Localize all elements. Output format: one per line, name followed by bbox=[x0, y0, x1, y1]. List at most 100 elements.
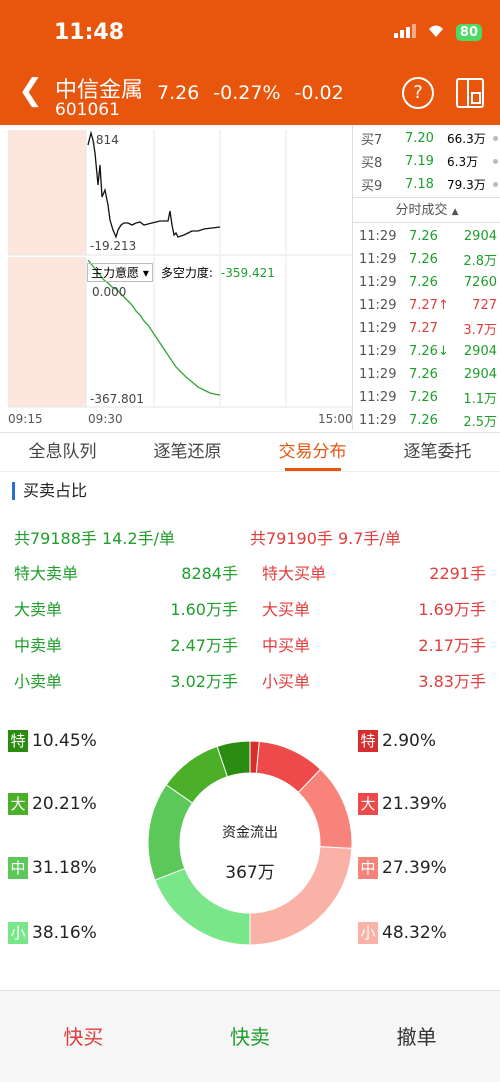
sell-pct-item: 特 10.45% bbox=[8, 730, 97, 752]
pct-value: 48.32% bbox=[382, 923, 447, 943]
trade-time: 11:29 bbox=[359, 229, 397, 244]
help-icon[interactable]: ? bbox=[402, 77, 434, 109]
trade-row: 11:29 7.27↑ 727 bbox=[353, 294, 500, 317]
dot-icon bbox=[493, 159, 498, 164]
orderbook-row[interactable]: 买8 7.19 6.3万 bbox=[353, 150, 500, 173]
trade-time: 11:29 bbox=[359, 275, 397, 290]
tab-trade-distribution[interactable]: 交易分布 bbox=[250, 433, 375, 471]
orderbook-label: 买7 bbox=[361, 133, 383, 148]
bottom-chart-high: 0.000 bbox=[92, 285, 127, 299]
trade-volume: 2.8万 bbox=[463, 254, 497, 269]
mainforce-selector[interactable]: 主力意愿 ▾ bbox=[87, 263, 153, 282]
signal-icon bbox=[393, 23, 416, 42]
quick-buy-button[interactable]: 快买 bbox=[0, 991, 167, 1082]
sell-row-label: 大卖单 bbox=[14, 600, 63, 619]
buy-pct-item: 特 2.90% bbox=[358, 730, 436, 752]
caret-up-icon: ▲ bbox=[451, 207, 459, 217]
back-icon[interactable]: ❮ bbox=[18, 76, 43, 106]
bottom-chart-low: -367.801 bbox=[90, 392, 144, 406]
pct-value: 31.18% bbox=[32, 858, 97, 878]
section-title: 买卖占比 bbox=[12, 482, 87, 500]
trade-row: 11:29 7.26 1.1万 bbox=[353, 386, 500, 409]
trade-price: 7.27↑ bbox=[409, 298, 449, 313]
trade-price: 7.26 bbox=[409, 252, 438, 267]
mainforce-bar: 主力意愿 ▾ 多空力度: -359.421 bbox=[87, 263, 275, 282]
top-chart-low: -19.213 bbox=[90, 239, 137, 253]
trade-price: 7.26 bbox=[409, 367, 438, 382]
chart-area[interactable]: .814 -19.213 主力意愿 ▾ 多空力度: -359.421 0.000… bbox=[0, 125, 352, 430]
time-axis-end: 15:00 bbox=[318, 412, 353, 426]
buy-row-label: 小买单 bbox=[262, 672, 311, 691]
trade-volume: 1.1万 bbox=[463, 392, 497, 407]
trade-price: 7.26↓ bbox=[409, 344, 449, 359]
size-tag: 特 bbox=[8, 730, 28, 752]
trade-volume: 3.7万 bbox=[463, 323, 497, 338]
time-axis-start: 09:15 bbox=[8, 412, 43, 426]
stock-change-pct: -0.27% bbox=[213, 82, 281, 104]
size-tag: 中 bbox=[8, 857, 28, 879]
mainforce-label: 多空力度: bbox=[160, 266, 213, 280]
orderbook-price: 7.20 bbox=[405, 131, 434, 146]
panel-toggle-icon[interactable] bbox=[456, 77, 484, 109]
trade-time: 11:29 bbox=[359, 390, 397, 405]
trade-price: 7.27 bbox=[409, 321, 438, 336]
tab-tick-orders[interactable]: 逐笔委托 bbox=[375, 433, 500, 471]
buy-total: 共79190手 9.7手/单 bbox=[250, 529, 401, 548]
size-tag: 小 bbox=[358, 922, 378, 944]
orderbook-row[interactable]: 买7 7.20 66.3万 bbox=[353, 127, 500, 150]
trade-time: 11:29 bbox=[359, 252, 397, 267]
orderbook-label: 买8 bbox=[361, 156, 383, 171]
mainforce-selector-label: 主力意愿 bbox=[91, 266, 140, 280]
orderbook-volume: 6.3万 bbox=[447, 155, 479, 169]
dot-icon bbox=[493, 136, 498, 141]
battery-indicator: 80 bbox=[455, 23, 482, 41]
sell-total: 共79188手 14.2手/单 bbox=[14, 529, 176, 548]
trade-row: 11:29 7.26↓ 2904 bbox=[353, 340, 500, 363]
trade-volume: 2.5万 bbox=[463, 415, 497, 430]
pct-value: 27.39% bbox=[382, 858, 447, 878]
stock-code: 601061 bbox=[55, 100, 120, 120]
status-icons: 80 bbox=[393, 22, 482, 42]
trade-row: 11:29 7.27 3.7万 bbox=[353, 317, 500, 340]
stock-price: 7.26 bbox=[157, 82, 200, 104]
buy-row-value: 2.17万手 bbox=[418, 636, 486, 655]
trade-row: 11:29 7.26 2904 bbox=[353, 225, 500, 248]
trade-row: 11:29 7.26 7260 bbox=[353, 271, 500, 294]
sell-pct-item: 大 20.21% bbox=[8, 793, 97, 815]
orderbook-price: 7.18 bbox=[405, 177, 434, 192]
buy-row-label: 特大买单 bbox=[262, 564, 327, 583]
trade-volume: 2904 bbox=[463, 344, 497, 359]
pct-value: 21.39% bbox=[382, 794, 447, 814]
buy-pct-item: 中 27.39% bbox=[358, 857, 447, 879]
size-tag: 特 bbox=[358, 730, 378, 752]
trade-volume: 2904 bbox=[463, 229, 497, 244]
timesales-header[interactable]: 分时成交 ▲ bbox=[353, 197, 500, 223]
trade-row: 11:29 7.26 2.8万 bbox=[353, 248, 500, 271]
tab-bar: 全息队列 逐笔还原 交易分布 逐笔委托 bbox=[0, 432, 500, 472]
sell-row-label: 特大卖单 bbox=[14, 564, 79, 583]
timesales-title: 分时成交 bbox=[395, 203, 448, 218]
donut-sell-slice bbox=[148, 784, 194, 881]
buy-row-value: 1.69万手 bbox=[418, 600, 486, 619]
tab-tick-restore[interactable]: 逐笔还原 bbox=[125, 433, 250, 471]
tab-full-queue[interactable]: 全息队列 bbox=[0, 433, 125, 471]
app-root: 11:48 80 ❮ 中信金属 601061 7.26 -0.27% -0.02… bbox=[0, 0, 500, 1082]
orderbook-row[interactable]: 买9 7.18 79.3万 bbox=[353, 173, 500, 196]
dot-icon bbox=[493, 182, 498, 187]
size-tag: 大 bbox=[8, 793, 28, 815]
cancel-order-button[interactable]: 撤单 bbox=[333, 991, 500, 1082]
sell-row-value: 1.60万手 bbox=[170, 600, 238, 619]
buy-pct-item: 小 48.32% bbox=[358, 922, 447, 944]
quick-sell-button[interactable]: 快卖 bbox=[167, 991, 334, 1082]
buy-row-label: 中买单 bbox=[262, 636, 311, 655]
orderbook-volume: 79.3万 bbox=[447, 178, 486, 192]
trade-row: 11:29 7.26 2.5万 bbox=[353, 409, 500, 432]
size-tag: 小 bbox=[8, 922, 28, 944]
pct-value: 38.16% bbox=[32, 923, 97, 943]
donut-value: 367万 bbox=[225, 863, 275, 883]
trade-time: 11:29 bbox=[359, 367, 397, 382]
sell-pct-item: 小 38.16% bbox=[8, 922, 97, 944]
orderbook-volume: 66.3万 bbox=[447, 132, 486, 146]
buy-row-value: 2291手 bbox=[429, 564, 486, 583]
orderbook-price: 7.19 bbox=[405, 154, 434, 169]
